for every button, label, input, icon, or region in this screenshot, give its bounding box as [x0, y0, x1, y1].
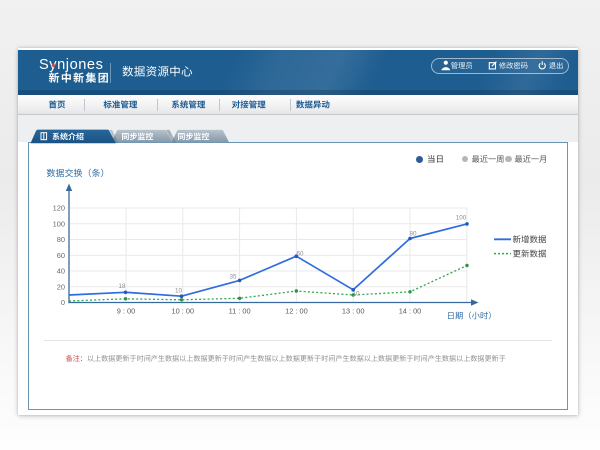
svg-text:100: 100	[456, 215, 467, 222]
svg-text:18: 18	[118, 283, 126, 290]
svg-text:12 : 00: 12 : 00	[285, 307, 308, 316]
svg-text:60: 60	[296, 251, 304, 258]
svg-text:14 : 00: 14 : 00	[399, 307, 422, 316]
svg-text:40: 40	[57, 267, 65, 276]
svg-text:60: 60	[57, 251, 65, 260]
svg-text:20: 20	[57, 282, 65, 291]
svg-text:13 : 00: 13 : 00	[342, 307, 365, 316]
svg-text:11 : 00: 11 : 00	[229, 307, 251, 316]
svg-text:100: 100	[53, 219, 65, 228]
svg-text:0: 0	[61, 298, 65, 307]
svg-text:35: 35	[229, 274, 237, 281]
svg-text:80: 80	[57, 235, 65, 244]
svg-text:10 : 00: 10 : 00	[171, 307, 194, 316]
svg-text:120: 120	[53, 204, 65, 213]
svg-text:9 : 00: 9 : 00	[117, 307, 136, 316]
svg-text:10: 10	[175, 288, 183, 295]
svg-text:10: 10	[352, 291, 360, 298]
svg-text:80: 80	[409, 231, 417, 238]
